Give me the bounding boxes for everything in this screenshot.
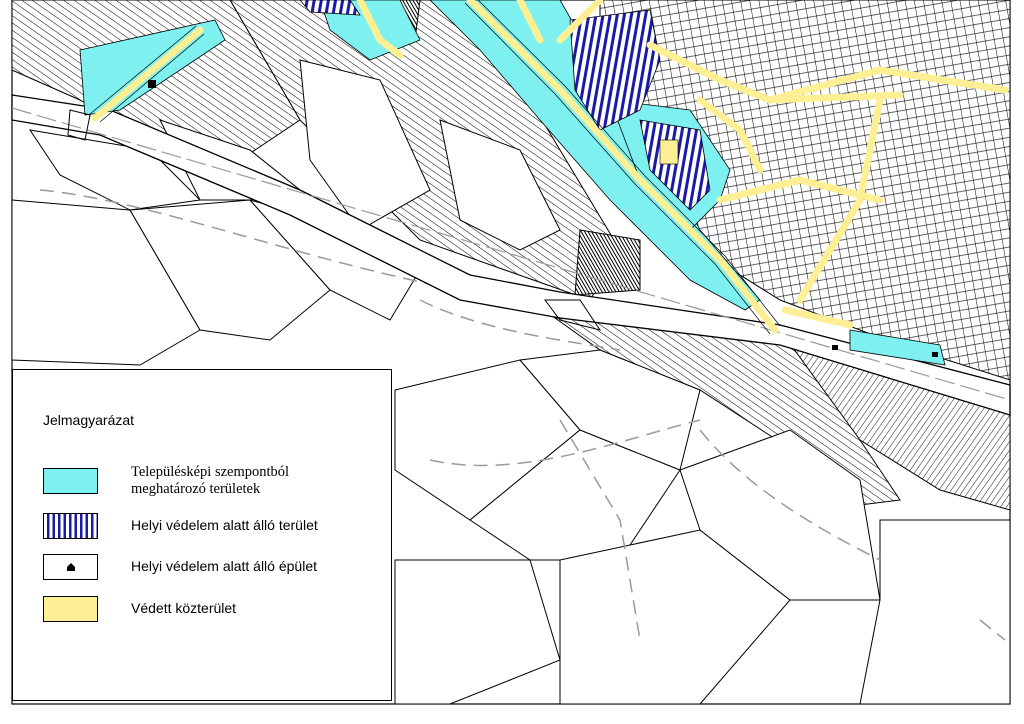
blue-hatch-swatch-icon — [43, 513, 98, 539]
legend-label-line1: Településképi szempontból — [131, 464, 290, 480]
house-icon — [67, 563, 75, 571]
legend-title: Jelmagyarázat — [43, 412, 135, 428]
building-swatch-icon — [43, 554, 98, 580]
map-legend: Jelmagyarázat Településképi szempontból … — [12, 369, 392, 701]
legend-item-protected-building: Helyi védelem alatt álló épület — [43, 554, 383, 586]
legend-label-protected-area: Helyi védelem alatt álló terület — [131, 517, 318, 533]
legend-label-line2: meghatározó területek — [131, 481, 261, 497]
protected-square — [659, 139, 679, 165]
legend-label-protected-street: Védett közterület — [131, 600, 237, 616]
legend-label-significant-area: Településképi szempontból meghatározó te… — [131, 464, 289, 498]
legend-item-protected-street: Védett közterület — [43, 596, 383, 628]
yellow-swatch-icon — [43, 596, 98, 622]
legend-label-protected-building: Helyi védelem alatt álló épület — [131, 558, 317, 574]
legend-item-protected-area: Helyi védelem alatt álló terület — [43, 513, 383, 545]
legend-item-significant-area: Településképi szempontból meghatározó te… — [43, 464, 383, 500]
black-dense-block — [574, 229, 641, 296]
cyan-swatch-icon — [43, 468, 98, 494]
